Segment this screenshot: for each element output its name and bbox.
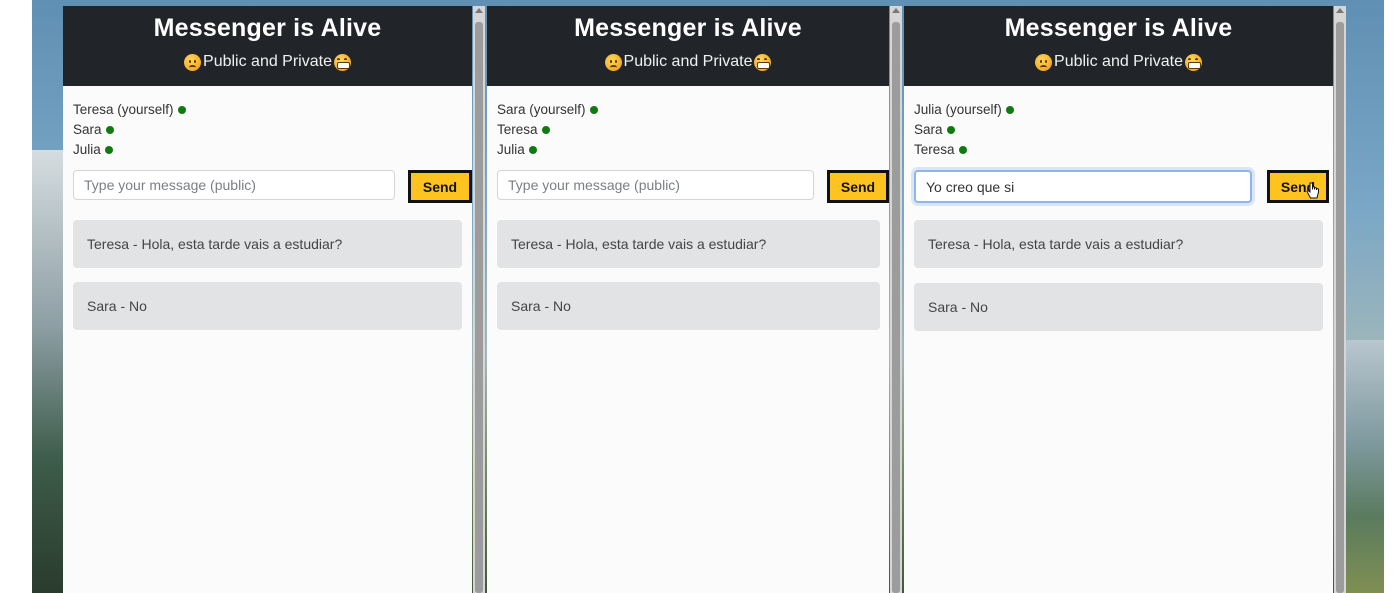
user-item: Julia (yourself) <box>914 100 1333 120</box>
wallpaper-rocks <box>32 150 64 593</box>
chat-window-sara: Messenger is Alive Public and Private Sa… <box>487 6 889 593</box>
online-dot-icon <box>528 146 537 154</box>
wallpaper-hills <box>1344 340 1384 593</box>
user-name: Sara (yourself) <box>497 102 586 117</box>
scrollbar-thumb[interactable] <box>1336 22 1344 593</box>
online-dot-icon <box>958 146 967 154</box>
message-item: Teresa - Hola, esta tarde vais a estudia… <box>73 220 462 268</box>
user-name: Teresa <box>497 122 538 137</box>
online-dot-icon <box>104 146 113 154</box>
user-name: Julia <box>73 142 101 157</box>
online-dot-icon <box>105 126 114 134</box>
message-composer: Send <box>63 170 472 210</box>
user-item: Sara (yourself) <box>497 100 889 120</box>
sad-face-emoji-icon <box>184 53 202 71</box>
user-item: Sara <box>73 120 472 140</box>
grinning-face-emoji-icon <box>754 53 772 71</box>
user-name: Sara <box>914 122 943 137</box>
user-name: Julia (yourself) <box>914 102 1002 117</box>
user-name: Teresa (yourself) <box>73 102 174 117</box>
user-item: Julia <box>73 140 472 160</box>
message-input[interactable] <box>914 170 1252 203</box>
scroll-up-arrow-icon[interactable] <box>892 8 900 13</box>
message-item: Sara - No <box>914 283 1323 331</box>
subtitle-text: Public and Private <box>203 53 332 70</box>
message-composer: Send <box>904 170 1333 210</box>
hand-pointer-cursor-icon <box>1306 182 1319 199</box>
online-dot-icon <box>589 106 598 114</box>
app-title: Messenger is Alive <box>153 14 382 42</box>
scroll-up-arrow-icon[interactable] <box>1336 8 1344 13</box>
app-header: Messenger is Alive Public and Private <box>487 6 889 86</box>
send-button[interactable]: Send <box>408 170 472 203</box>
app-header: Messenger is Alive Public and Private <box>63 6 472 86</box>
app-header: Messenger is Alive Public and Private <box>904 6 1333 86</box>
window-scrollbar[interactable] <box>473 6 485 593</box>
chat-window-julia: Messenger is Alive Public and Private Ju… <box>904 6 1333 593</box>
user-name: Sara <box>73 122 102 137</box>
window-scrollbar[interactable] <box>890 6 902 593</box>
user-name: Teresa <box>914 142 955 157</box>
grinning-face-emoji-icon <box>333 53 351 71</box>
chat-window-teresa: Messenger is Alive Public and Private Te… <box>63 6 472 593</box>
online-dot-icon <box>946 126 955 134</box>
user-item: Julia <box>497 140 889 160</box>
user-item: Teresa (yourself) <box>73 100 472 120</box>
user-item: Sara <box>914 120 1333 140</box>
user-item: Teresa <box>497 120 889 140</box>
sad-face-emoji-icon <box>604 53 622 71</box>
online-users-list: Julia (yourself) Sara Teresa <box>904 86 1333 160</box>
message-item: Sara - No <box>497 282 880 330</box>
user-name: Julia <box>497 142 525 157</box>
app-title: Messenger is Alive <box>1004 14 1233 42</box>
online-dot-icon <box>1005 106 1014 114</box>
message-item: Sara - No <box>73 282 462 330</box>
message-input[interactable] <box>73 170 395 200</box>
message-composer: Send <box>487 170 889 210</box>
online-dot-icon <box>541 126 550 134</box>
sad-face-emoji-icon <box>1035 53 1053 71</box>
message-item: Teresa - Hola, esta tarde vais a estudia… <box>497 220 880 268</box>
scrollbar-thumb[interactable] <box>475 22 483 593</box>
online-dot-icon <box>177 106 186 114</box>
online-users-list: Teresa (yourself) Sara Julia <box>63 86 472 160</box>
app-subtitle: Public and Private <box>487 53 889 71</box>
scrollbar-thumb[interactable] <box>892 22 900 593</box>
subtitle-text: Public and Private <box>1054 53 1183 70</box>
user-item: Teresa <box>914 140 1333 160</box>
window-scrollbar[interactable] <box>1334 6 1346 593</box>
subtitle-text: Public and Private <box>623 53 753 70</box>
grinning-face-emoji-icon <box>1184 53 1202 71</box>
app-title: Messenger is Alive <box>574 14 802 42</box>
message-item: Teresa - Hola, esta tarde vais a estudia… <box>914 220 1323 268</box>
online-users-list: Sara (yourself) Teresa Julia <box>487 86 889 160</box>
message-input[interactable] <box>497 170 814 200</box>
app-subtitle: Public and Private <box>904 53 1333 71</box>
scroll-up-arrow-icon[interactable] <box>475 8 483 13</box>
app-subtitle: Public and Private <box>63 53 472 71</box>
send-button[interactable]: Send <box>827 170 889 203</box>
